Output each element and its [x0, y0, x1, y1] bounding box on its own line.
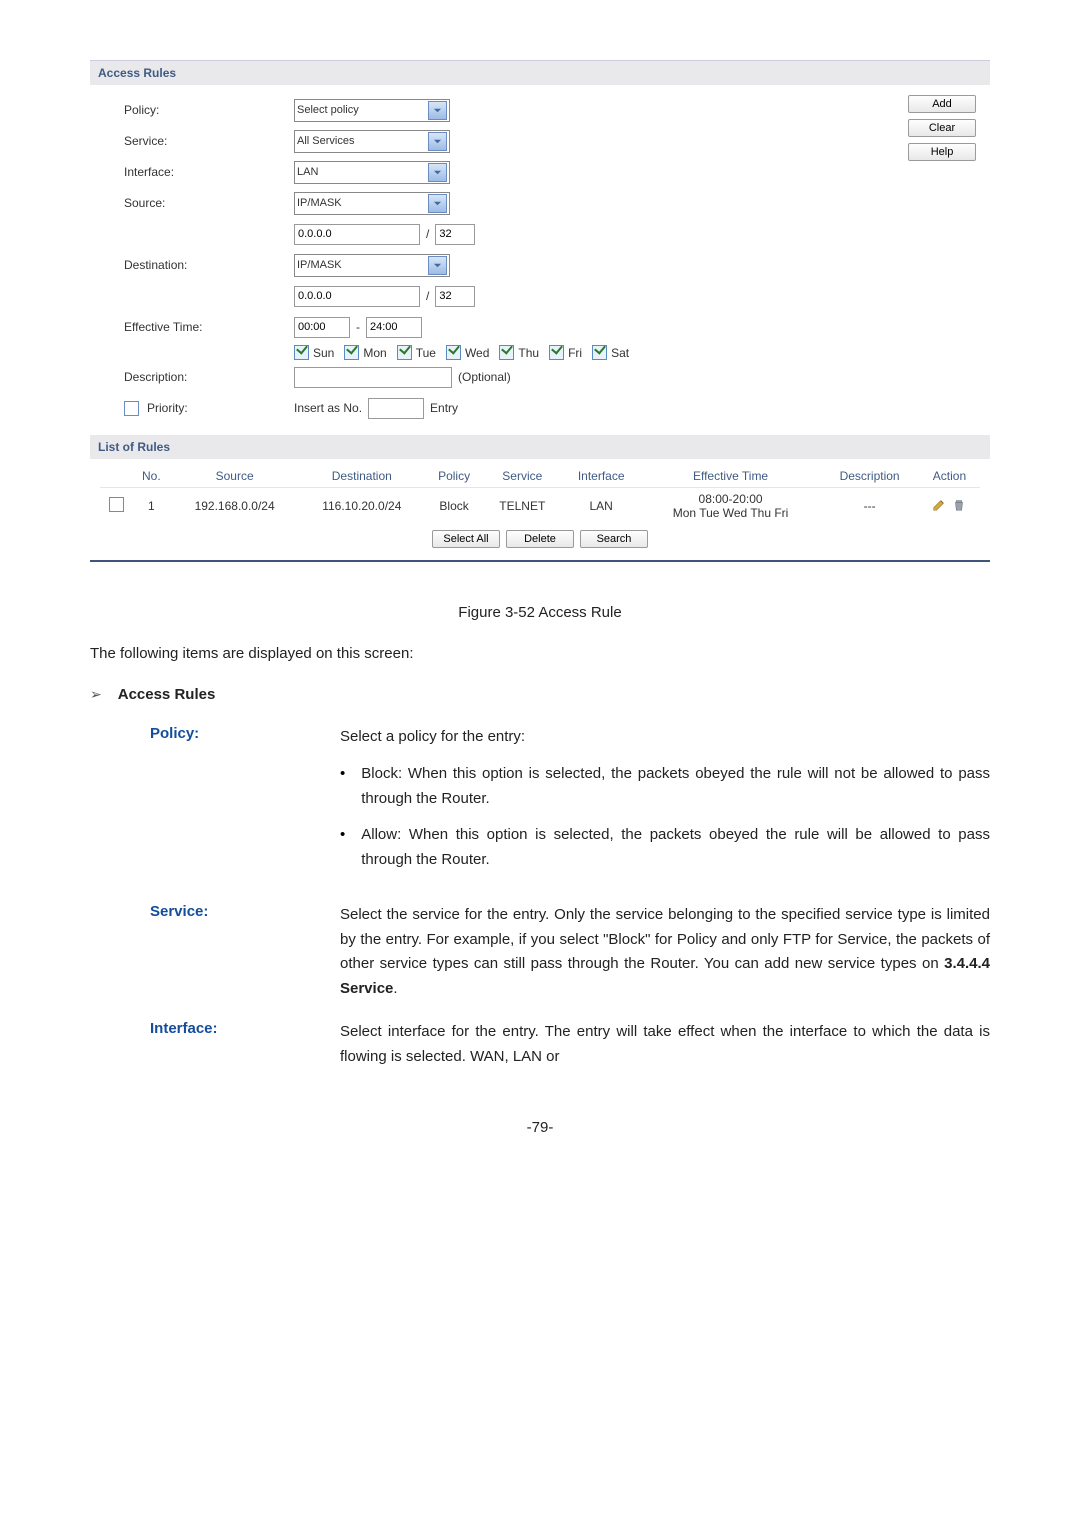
heading-access-rules: Access Rules: [118, 686, 216, 703]
day-thu-checkbox[interactable]: [499, 345, 514, 360]
delete-icon[interactable]: [952, 498, 966, 512]
policy-bullet-allow: Allow: When this option is selected, the…: [361, 823, 990, 873]
chevron-down-icon: [428, 256, 447, 275]
slash-text: /: [426, 289, 429, 303]
day-fri-checkbox[interactable]: [549, 345, 564, 360]
policy-lead: Select a policy for the entry:: [340, 725, 990, 750]
page-number: -79-: [90, 1119, 990, 1136]
day-label: Sun: [313, 346, 334, 360]
row-checkbox[interactable]: [109, 497, 124, 512]
interface-label: Interface:: [124, 165, 294, 179]
col-destination: Destination: [299, 465, 426, 488]
source-mode-select[interactable]: IP/MASK: [294, 192, 450, 215]
interface-select-value: LAN: [297, 166, 318, 178]
search-button[interactable]: Search: [580, 530, 648, 548]
table-row: 1 192.168.0.0/24 116.10.20.0/24 Block TE…: [100, 488, 980, 525]
day-label: Sat: [611, 346, 629, 360]
time-to-input[interactable]: [366, 317, 422, 338]
priority-prefix: Insert as No.: [294, 401, 362, 415]
col-source: Source: [171, 465, 299, 488]
chevron-down-icon: [428, 163, 447, 182]
policy-select[interactable]: Select policy: [294, 99, 450, 122]
day-label: Mon: [363, 346, 386, 360]
cell-time2: Mon Tue Wed Thu Fri: [645, 506, 816, 520]
section-list-of-rules: List of Rules: [90, 435, 990, 459]
term-service: Service:: [150, 903, 340, 1002]
figure-caption: Figure 3-52 Access Rule: [90, 604, 990, 621]
day-mon-checkbox[interactable]: [344, 345, 359, 360]
chevron-right-icon: ➢: [90, 686, 102, 703]
chevron-down-icon: [428, 194, 447, 213]
policy-bullet-block: Block: When this option is selected, the…: [361, 762, 990, 812]
dest-mode-value: IP/MASK: [297, 259, 342, 271]
time-from-input[interactable]: [294, 317, 350, 338]
delete-button[interactable]: Delete: [506, 530, 574, 548]
access-rule-screenshot: Access Rules Add Clear Help Policy: Sele…: [90, 60, 990, 562]
day-wed-checkbox[interactable]: [446, 345, 461, 360]
optional-text: (Optional): [458, 370, 511, 384]
cell-destination: 116.10.20.0/24: [299, 488, 426, 525]
add-button[interactable]: Add: [908, 95, 976, 113]
interface-desc: Select interface for the entry. The entr…: [340, 1020, 990, 1070]
description-label: Description:: [124, 370, 294, 384]
day-label: Wed: [465, 346, 489, 360]
cell-interface: LAN: [561, 488, 640, 525]
policy-select-value: Select policy: [297, 104, 359, 116]
priority-checkbox[interactable]: [124, 401, 139, 416]
col-no: No.: [132, 465, 171, 488]
cell-service: TELNET: [483, 488, 561, 525]
rules-table: No. Source Destination Policy Service In…: [100, 465, 980, 524]
cell-no: 1: [132, 488, 171, 525]
col-policy: Policy: [425, 465, 483, 488]
service-select-value: All Services: [297, 135, 354, 147]
priority-input[interactable]: [368, 398, 424, 419]
section-access-rules: Access Rules: [90, 61, 990, 85]
col-description: Description: [820, 465, 919, 488]
effective-time-label: Effective Time:: [124, 320, 294, 334]
service-desc: Select the service for the entry. Only t…: [340, 903, 990, 1002]
interface-select[interactable]: LAN: [294, 161, 450, 184]
day-tue-checkbox[interactable]: [397, 345, 412, 360]
clear-button[interactable]: Clear: [908, 119, 976, 137]
priority-label: Priority:: [147, 401, 188, 415]
cell-policy: Block: [425, 488, 483, 525]
dest-mode-select[interactable]: IP/MASK: [294, 254, 450, 277]
intro-text: The following items are displayed on thi…: [90, 645, 990, 662]
col-interface: Interface: [561, 465, 640, 488]
cell-time1: 08:00-20:00: [645, 492, 816, 506]
priority-suffix: Entry: [430, 401, 458, 415]
col-service: Service: [483, 465, 561, 488]
service-select[interactable]: All Services: [294, 130, 450, 153]
source-mask-input[interactable]: [435, 224, 475, 245]
select-all-button[interactable]: Select All: [432, 530, 500, 548]
col-action: Action: [919, 465, 980, 488]
edit-icon[interactable]: [932, 498, 946, 512]
chevron-down-icon: [428, 101, 447, 120]
source-mode-value: IP/MASK: [297, 197, 342, 209]
help-button[interactable]: Help: [908, 143, 976, 161]
cell-desc: ---: [820, 488, 919, 525]
dash-text: -: [356, 320, 360, 334]
destination-label: Destination:: [124, 258, 294, 272]
source-label: Source:: [124, 196, 294, 210]
term-interface: Interface:: [150, 1020, 340, 1070]
day-label: Fri: [568, 346, 582, 360]
day-sat-checkbox[interactable]: [592, 345, 607, 360]
dest-ip-input[interactable]: [294, 286, 420, 307]
slash-text: /: [426, 227, 429, 241]
chevron-down-icon: [428, 132, 447, 151]
service-label: Service:: [124, 134, 294, 148]
dest-mask-input[interactable]: [435, 286, 475, 307]
day-label: Tue: [416, 346, 436, 360]
term-policy: Policy:: [150, 725, 340, 885]
day-label: Thu: [518, 346, 539, 360]
description-input[interactable]: [294, 367, 452, 388]
cell-source: 192.168.0.0/24: [171, 488, 299, 525]
source-ip-input[interactable]: [294, 224, 420, 245]
day-sun-checkbox[interactable]: [294, 345, 309, 360]
policy-label: Policy:: [124, 103, 294, 117]
col-effective-time: Effective Time: [641, 465, 820, 488]
